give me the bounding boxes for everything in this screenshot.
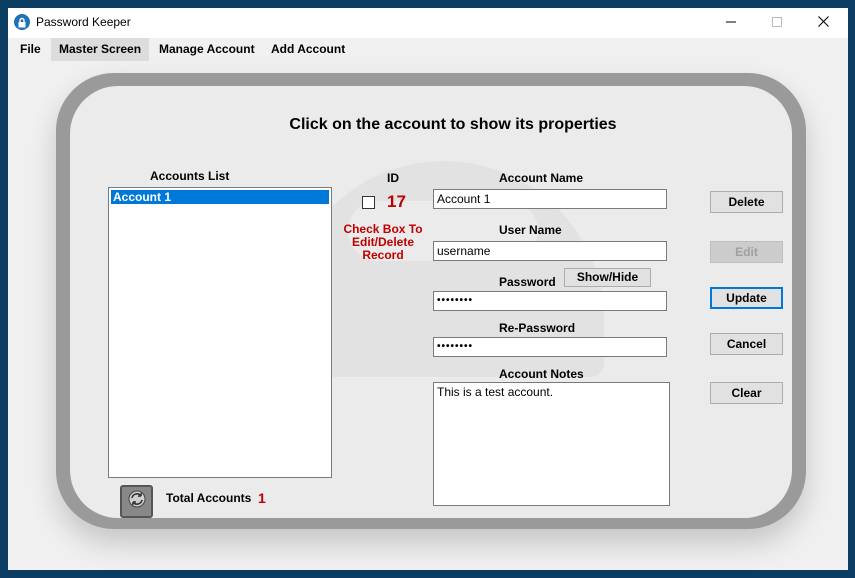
checkbox-hint-line-3: Record [362,248,404,262]
clear-button[interactable]: Clear [710,382,783,404]
checkbox-hint: Check Box To Edit/Delete Record [338,223,428,262]
close-icon [817,14,829,32]
master-screen: Click on the account to show its propert… [8,61,848,570]
lock-icon [14,14,30,30]
total-accounts-label: Total Accounts [166,491,252,505]
menu-master-screen[interactable]: Master Screen [51,38,150,61]
account-notes-textarea[interactable]: This is a test account. [433,382,670,506]
repassword-label: Re-Password [499,321,576,335]
update-button[interactable]: Update [710,287,783,309]
account-notes-label: Account Notes [499,367,584,381]
window-title: Password Keeper [36,15,131,29]
maximize-button[interactable] [754,8,800,38]
accounts-list-label: Accounts List [150,169,230,183]
list-item[interactable]: Account 1 [111,190,329,204]
password-field[interactable]: •••••••• [433,291,667,311]
menu-file[interactable]: File [12,38,49,61]
repassword-field[interactable]: •••••••• [433,337,667,357]
minimize-button[interactable] [708,8,754,38]
refresh-button[interactable] [120,485,153,518]
menu-bar: File Master Screen Manage Account Add Ac… [8,38,848,61]
menu-add-account[interactable]: Add Account [263,38,353,61]
id-label: ID [387,171,399,185]
edit-delete-checkbox[interactable] [362,196,375,209]
refresh-icon [126,488,148,515]
show-hide-button[interactable]: Show/Hide [564,268,651,287]
password-label: Password [499,275,556,289]
app-window: Password Keeper File Master Screen Manag… [8,8,848,570]
edit-button[interactable]: Edit [710,241,783,263]
id-value: 17 [387,192,406,211]
account-name-field[interactable]: Account 1 [433,189,667,209]
maximize-icon [772,14,782,32]
user-name-field[interactable]: username [433,241,667,261]
total-accounts-value: 1 [258,490,266,506]
menu-manage-account[interactable]: Manage Account [151,38,263,61]
cancel-button[interactable]: Cancel [710,333,783,355]
close-button[interactable] [800,8,846,38]
account-name-label: Account Name [499,171,584,185]
minimize-icon [726,14,736,32]
delete-button[interactable]: Delete [710,191,783,213]
user-name-label: User Name [499,223,562,237]
page-heading: Click on the account to show its propert… [289,116,617,133]
accounts-listbox[interactable]: Account 1 [108,187,332,478]
title-bar: Password Keeper [8,8,848,38]
